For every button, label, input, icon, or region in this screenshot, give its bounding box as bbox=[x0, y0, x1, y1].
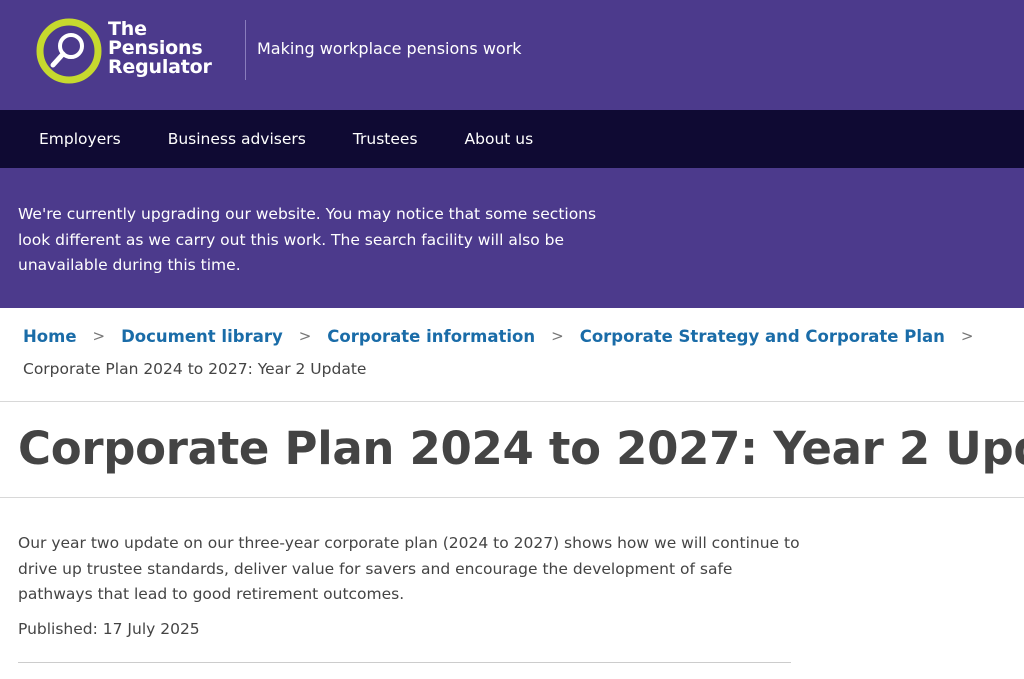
breadcrumb-separator: > bbox=[298, 327, 312, 345]
magnifier-logo-icon bbox=[36, 18, 102, 84]
header-divider bbox=[245, 20, 246, 80]
breadcrumb-corporate-strategy[interactable]: Corporate Strategy and Corporate Plan bbox=[580, 327, 945, 346]
main-navigation: Employers Business advisers Trustees Abo… bbox=[0, 110, 1024, 168]
site-tagline: Making workplace pensions work bbox=[257, 39, 522, 58]
breadcrumb-separator: > bbox=[551, 327, 564, 345]
breadcrumb-corporate-information[interactable]: Corporate information bbox=[327, 327, 535, 346]
upgrade-notice-text: We're currently upgrading our website. Y… bbox=[18, 205, 597, 274]
breadcrumb-separator: > bbox=[92, 327, 106, 345]
page-title-section: Corporate Plan 2024 to 2027: Year 2 Upda… bbox=[0, 402, 1024, 498]
breadcrumb-home[interactable]: Home bbox=[23, 327, 77, 346]
breadcrumb-current-page: Corporate Plan 2024 to 2027: Year 2 Upda… bbox=[23, 360, 367, 378]
nav-item-about-us[interactable]: About us bbox=[465, 130, 534, 148]
logo-line-3: Regulator bbox=[108, 56, 212, 78]
upgrade-notice-banner: We're currently upgrading our website. Y… bbox=[0, 168, 1024, 308]
nav-item-business-advisers[interactable]: Business advisers bbox=[168, 130, 306, 148]
page-summary: Our year two update on our three-year co… bbox=[18, 534, 800, 603]
content-divider bbox=[18, 662, 791, 663]
nav-item-trustees[interactable]: Trustees bbox=[353, 130, 418, 148]
logo-wordmark: The Pensions Regulator bbox=[108, 20, 212, 77]
site-logo[interactable]: The Pensions Regulator bbox=[36, 18, 212, 84]
breadcrumb-separator: > bbox=[960, 327, 974, 345]
site-header: The Pensions Regulator Making workplace … bbox=[0, 0, 1024, 110]
page-title: Corporate Plan 2024 to 2027: Year 2 Upda… bbox=[18, 422, 1024, 475]
breadcrumb-document-library[interactable]: Document library bbox=[121, 327, 283, 346]
nav-item-employers[interactable]: Employers bbox=[39, 130, 121, 148]
published-date: Published: 17 July 2025 bbox=[18, 619, 200, 638]
breadcrumb-links: Home > Document library > Corporate info… bbox=[23, 325, 1024, 347]
breadcrumb: Home > Document library > Corporate info… bbox=[0, 308, 1024, 402]
